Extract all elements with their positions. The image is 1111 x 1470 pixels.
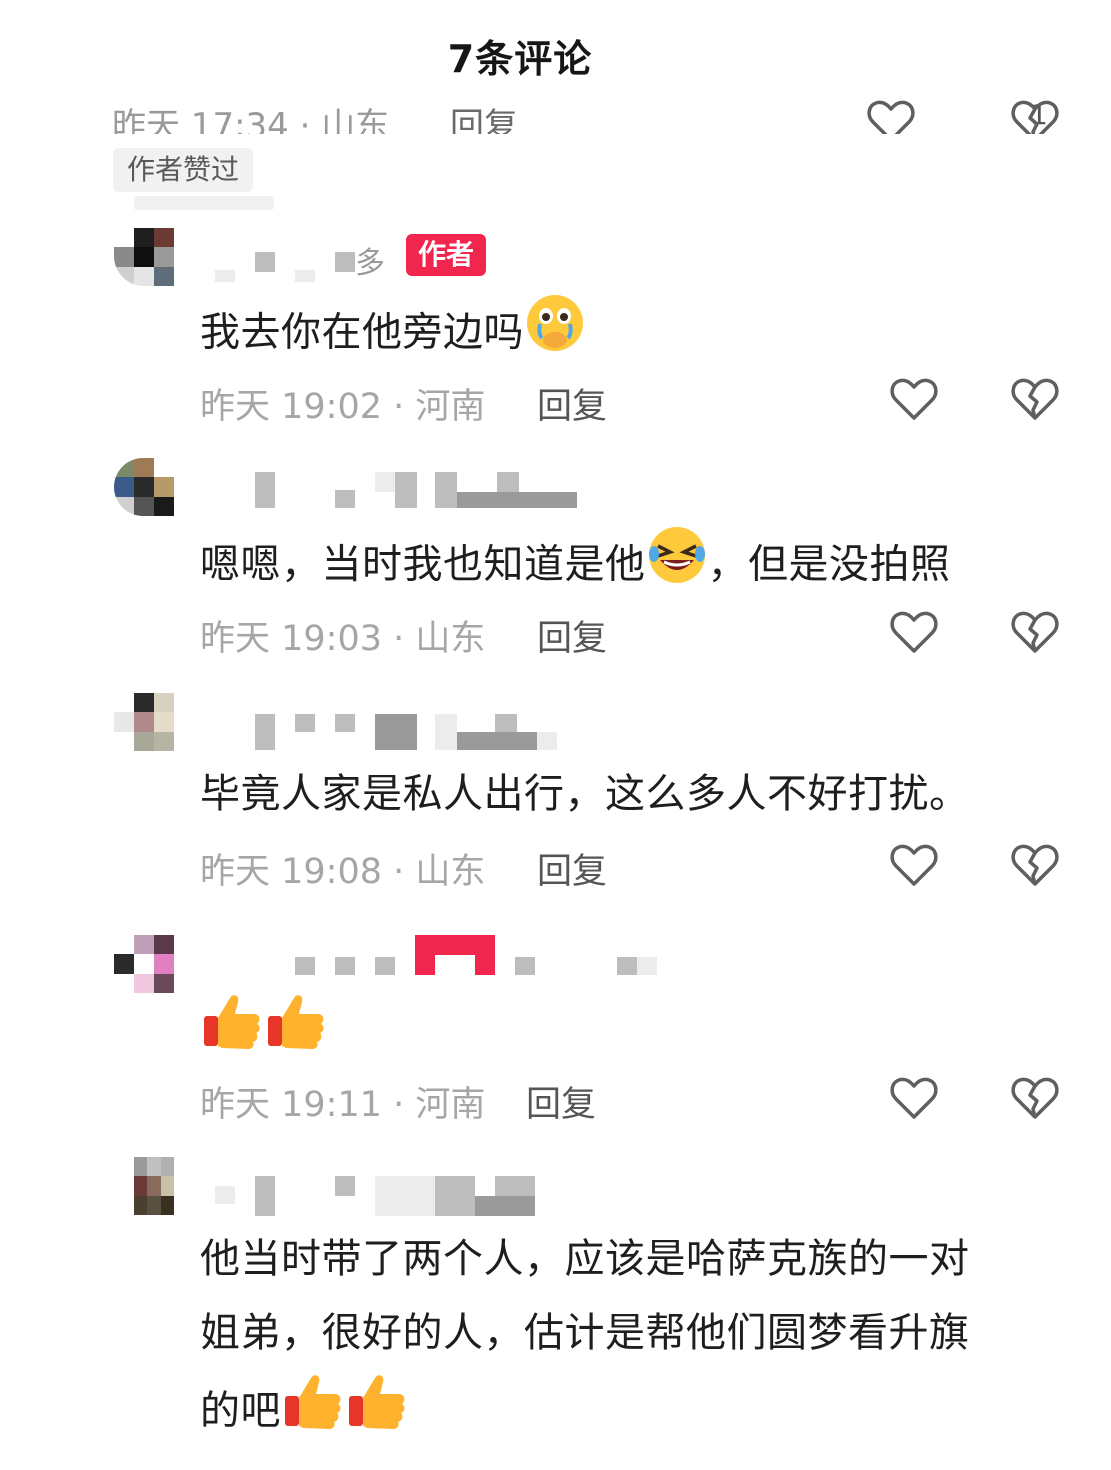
username-pixelated[interactable] (205, 1170, 585, 1220)
heart-outline-icon[interactable] (889, 609, 939, 655)
comment-time: 昨天 17:34 · 山东 (112, 106, 390, 134)
username-pixelated[interactable] (205, 935, 685, 985)
comment-time: 昨天 19:02 · 河南 (200, 387, 486, 427)
comment-text-line3: 的吧 (200, 1388, 281, 1434)
avatar[interactable] (134, 1157, 174, 1215)
username-pixelated[interactable] (205, 466, 585, 516)
reply-button[interactable]: 回复 (450, 98, 518, 134)
broken-heart-icon[interactable] (1010, 609, 1060, 655)
broken-heart-icon[interactable] (1010, 98, 1060, 134)
username-pixelated[interactable]: 多 (205, 236, 405, 286)
comment-time: 昨天 19:03 · 山东 (200, 619, 486, 659)
comment-text: 我去你在他旁边吗 (200, 292, 1060, 377)
author-badge: 作者 (406, 234, 487, 276)
heart-outline-icon[interactable] (889, 376, 939, 422)
comment-text (200, 990, 1060, 1075)
comments-count-title: 7条评论 (447, 37, 593, 81)
reply-button[interactable]: 回复 (526, 1076, 596, 1127)
reply-button[interactable]: 回复 (537, 378, 607, 429)
thumbs-up-emoji (264, 990, 328, 1075)
thumbs-up-emoji (200, 990, 264, 1075)
author-liked-badge: 作者赞过 (113, 148, 254, 192)
bottom-cutoff (0, 1456, 1111, 1470)
comment-text-line1: 他当时带了两个人，应该是哈萨克族的一对 (200, 1236, 970, 1282)
avatar[interactable] (114, 693, 174, 751)
avatar[interactable] (114, 935, 174, 993)
heart-outline-icon[interactable] (889, 842, 939, 888)
comment-text-part1: 嗯嗯，当时我也知道是他 (200, 541, 646, 588)
thumbs-up-emoji (281, 1370, 345, 1456)
comment-text-part2: ，但是没拍照 (707, 541, 951, 588)
thumbs-up-emoji (345, 1370, 409, 1456)
broken-heart-icon[interactable] (1010, 1075, 1060, 1121)
comment-time: 昨天 19:08 · 山东 (200, 852, 486, 892)
username-pixelated[interactable] (205, 704, 585, 754)
broken-heart-icon[interactable] (1010, 376, 1060, 422)
rolling-laughing-emoji (646, 524, 708, 609)
username-tail: 多 (355, 246, 385, 281)
comment-text: 嗯嗯，当时我也知道是他 ，但是没拍照 (200, 524, 1060, 609)
comments-header: 7条评论 (0, 0, 1111, 100)
avatar[interactable] (114, 228, 174, 286)
avatar[interactable] (114, 458, 174, 516)
comment-text-line2: 姐弟，很好的人，估计是帮他们圆梦看升旗 (200, 1310, 970, 1356)
comment-text: 他当时带了两个人，应该是哈萨克族的一对 姐弟，很好的人，估计是帮他们圆梦看升旗 … (200, 1222, 1060, 1456)
comment-meta: 昨天 19:02 · 河南 回复 (200, 378, 1100, 429)
reply-button[interactable]: 回复 (537, 610, 607, 661)
comment-text-body: 我去你在他旁边吗 (200, 309, 524, 356)
comment-meta: 昨天 19:08 · 山东 回复 (200, 843, 1100, 894)
comment-text-line3-wrap: 的吧 (200, 1370, 1060, 1456)
comment-text: 毕竟人家是私人出行，这么多人不好打扰。 (200, 771, 970, 817)
comment-meta: 昨天 19:03 · 山东 回复 (200, 610, 1100, 661)
censored-strip (134, 196, 274, 210)
comment-meta: 昨天 19:11 · 河南 回复 (200, 1076, 1100, 1127)
comment-time: 昨天 19:11 · 河南 (200, 1085, 486, 1125)
reply-button[interactable]: 回复 (537, 843, 607, 894)
broken-heart-icon[interactable] (1010, 842, 1060, 888)
heart-outline-icon[interactable] (889, 1075, 939, 1121)
heart-outline-icon[interactable] (866, 98, 916, 134)
crying-face-emoji (524, 292, 586, 377)
